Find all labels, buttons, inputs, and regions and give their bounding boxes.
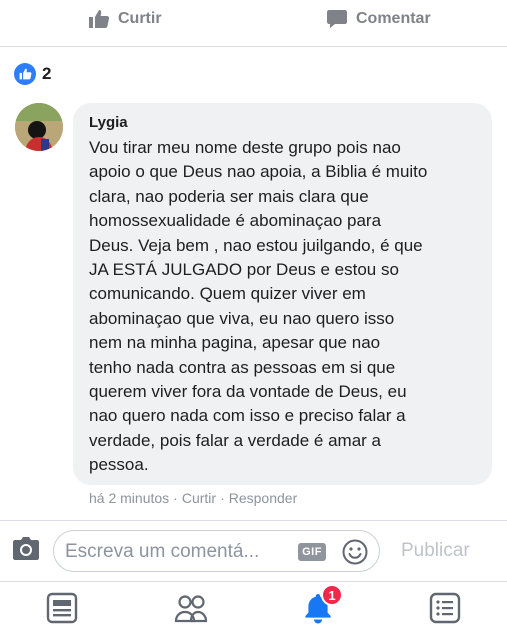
- comment-composer: GIF: [53, 530, 380, 572]
- camera-icon[interactable]: [12, 537, 40, 566]
- like-badge-icon: [14, 63, 36, 85]
- news-feed-icon: [46, 592, 78, 628]
- groups-icon: [174, 595, 208, 628]
- divider: [0, 520, 507, 521]
- like-label: Curtir: [118, 10, 162, 27]
- comment-like-link[interactable]: Curtir: [182, 490, 216, 506]
- divider: [0, 46, 507, 47]
- comment-bubble-icon: [326, 9, 348, 29]
- reaction-count: 2: [42, 64, 52, 83]
- comment-button[interactable]: Comentar: [326, 9, 431, 29]
- smiley-icon[interactable]: [342, 539, 368, 570]
- menu-icon: [429, 592, 461, 628]
- gif-button[interactable]: GIF: [298, 543, 326, 561]
- comment-bubble: Lygia Vou tirar meu nome deste grupo poi…: [73, 103, 492, 485]
- nav-notifications[interactable]: 1: [302, 584, 343, 629]
- thumbs-up-icon: [88, 9, 110, 29]
- comment-meta: há 2 minutos · Curtir · Responder: [89, 490, 297, 506]
- meta-separator: ·: [220, 490, 225, 506]
- bell-icon: [302, 594, 334, 628]
- nav-news-feed[interactable]: [46, 592, 78, 629]
- comment-reply-link[interactable]: Responder: [229, 490, 298, 506]
- comment-input[interactable]: [65, 541, 290, 563]
- publish-button[interactable]: Publicar: [401, 540, 470, 562]
- divider: [0, 581, 507, 582]
- meta-separator: ·: [173, 490, 178, 506]
- notification-badge: 1: [321, 584, 343, 606]
- nav-menu[interactable]: [429, 592, 461, 629]
- comment-timestamp[interactable]: há 2 minutos: [89, 490, 169, 506]
- reaction-summary[interactable]: 2: [14, 63, 51, 85]
- comment-text: Vou tirar meu nome deste grupo pois nao …: [89, 138, 428, 475]
- like-button[interactable]: Curtir: [88, 9, 162, 29]
- comment-label: Comentar: [356, 10, 431, 27]
- post-action-bar: Curtir Comentar: [0, 0, 507, 46]
- avatar[interactable]: [15, 103, 63, 151]
- nav-groups[interactable]: [174, 592, 208, 629]
- comment-author[interactable]: Lygia: [89, 114, 478, 132]
